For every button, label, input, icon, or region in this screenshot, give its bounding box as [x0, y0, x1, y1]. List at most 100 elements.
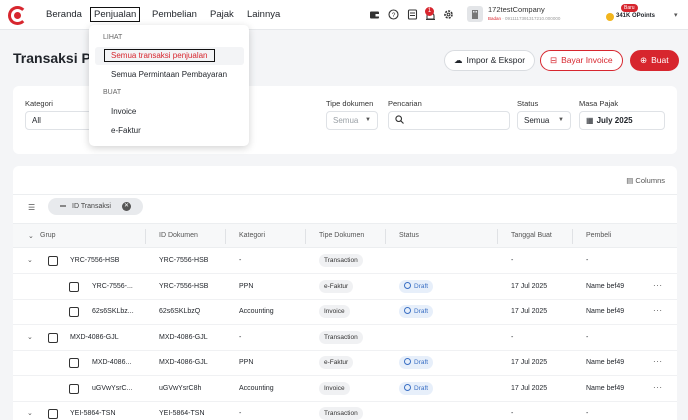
- import-export-button[interactable]: ☁ Impor & Ekspor: [444, 50, 536, 71]
- import-export-label: Impor & Ekspor: [466, 55, 526, 65]
- row-checkbox[interactable]: [69, 358, 79, 368]
- status-label: Status: [517, 99, 539, 108]
- row-checkbox[interactable]: [48, 409, 58, 419]
- cell-id-dokumen[interactable]: YRC-7556-HSB: [159, 283, 208, 290]
- header-tanggal-buat[interactable]: Tanggal Buat: [511, 232, 552, 239]
- row-checkbox[interactable]: [69, 307, 79, 317]
- row-checkbox[interactable]: [48, 256, 58, 266]
- cell-tanggal-buat: 17 Jul 2025: [511, 384, 548, 392]
- group-row[interactable]: ⌄ YEI-5864-TSN YEI-5864-TSN - Transaction - -: [13, 402, 677, 420]
- tax-period-value: July 2025: [596, 116, 633, 125]
- category-value: All: [32, 116, 41, 125]
- cell-id-dokumen[interactable]: 62s6SKLbzQ: [159, 308, 200, 315]
- opoints-balance[interactable]: 341K OPoints: [616, 13, 655, 19]
- cell-pembeli: Name bef49: [586, 384, 625, 392]
- more-actions-icon[interactable]: ···: [653, 357, 663, 366]
- doc-type-pill: e-Faktur: [319, 279, 354, 293]
- row-checkbox[interactable]: [48, 332, 58, 343]
- nav-pembelian[interactable]: Pembelian: [152, 9, 197, 20]
- tax-period-picker[interactable]: ▦ July 2025: [579, 111, 665, 130]
- cell-id-dokumen[interactable]: uGVwYsrC8h: [159, 385, 201, 392]
- doc-type-label: Tipe dokumen: [326, 99, 374, 108]
- company-building-icon[interactable]: [467, 6, 483, 22]
- create-button[interactable]: ⊕ Buat: [630, 50, 679, 71]
- cell-pembeli: Name bef49: [586, 359, 625, 366]
- company-name[interactable]: 172testCompany: [488, 5, 545, 14]
- drag-handle-icon: [60, 205, 66, 208]
- status-value: Semua: [524, 116, 550, 125]
- chevron-down-icon[interactable]: ⌄: [27, 256, 33, 264]
- close-icon[interactable]: ✕: [122, 202, 131, 211]
- doc-type-select[interactable]: Semua ▼: [326, 111, 378, 130]
- nav-beranda[interactable]: Beranda: [46, 9, 82, 20]
- document-icon[interactable]: [407, 9, 418, 20]
- doc-type-pill: Invoice: [319, 381, 350, 395]
- cell-id-dokumen[interactable]: YRC-7556-HSB: [159, 257, 208, 264]
- column-separator[interactable]: [385, 229, 386, 244]
- search-input[interactable]: [388, 111, 510, 130]
- company-type-badge: Badan: [488, 16, 502, 21]
- more-actions-icon[interactable]: ···: [653, 281, 663, 290]
- menu-item-payment-requests[interactable]: Semua Permintaan Pembayaran: [111, 70, 227, 79]
- category-select[interactable]: All: [25, 111, 95, 130]
- column-separator[interactable]: [497, 229, 498, 244]
- cell-kategori: -: [239, 410, 242, 417]
- table-row[interactable]: YRC-7556-... YRC-7556-HSB PPN e-Faktur Draft…: [13, 275, 677, 300]
- expand-all-chevron-icon[interactable]: ⌄: [28, 232, 34, 240]
- cell-id-dokumen[interactable]: MXD-4086-GJL: [159, 334, 208, 341]
- column-separator[interactable]: [225, 229, 226, 244]
- doc-type-pill: Transaction: [319, 254, 363, 267]
- status-select[interactable]: Semua ▼: [517, 111, 571, 130]
- more-actions-icon[interactable]: ···: [653, 306, 663, 315]
- column-separator[interactable]: [572, 229, 573, 244]
- caret-down-icon: ▼: [365, 117, 371, 123]
- cell-tanggal-buat: -: [511, 257, 514, 264]
- cell-id-dokumen[interactable]: MXD-4086-GJL: [159, 359, 208, 366]
- header-tipe-dokumen[interactable]: Tipe Dokumen: [319, 232, 364, 239]
- menu-item-all-sales[interactable]: Semua transaksi penjualan: [104, 49, 215, 62]
- nav-lainnya[interactable]: Lainnya: [247, 9, 280, 20]
- group-row[interactable]: ⌄ YRC-7556-HSB YRC-7556-HSB - Transaction - -: [13, 249, 677, 274]
- create-label: Buat: [651, 55, 669, 65]
- group-row[interactable]: ⌄ MXD-4086-GJL MXD-4086-GJL - Transaction - -: [13, 326, 677, 351]
- nav-penjualan[interactable]: Penjualan: [90, 7, 141, 22]
- column-separator[interactable]: [305, 229, 306, 244]
- pay-invoice-button[interactable]: ⊟ Bayar Invoice: [540, 50, 623, 71]
- cell-id-dokumen[interactable]: YEI-5864-TSN: [159, 410, 205, 417]
- chevron-down-icon[interactable]: ⌄: [27, 333, 33, 341]
- new-badge: Baru: [621, 4, 638, 12]
- help-icon[interactable]: ?: [388, 9, 399, 20]
- cell-pembeli: Name bef49: [586, 308, 625, 315]
- more-actions-icon[interactable]: ···: [653, 383, 663, 392]
- dropdown-section-lihat: LIHAT: [103, 34, 123, 41]
- columns-button[interactable]: ▤ Columns: [626, 176, 665, 185]
- draft-icon: [404, 307, 411, 314]
- coin-icon: [606, 13, 614, 21]
- status-text: Draft: [414, 384, 429, 392]
- status-text: Draft: [414, 308, 429, 315]
- gear-icon[interactable]: [443, 9, 454, 20]
- chevron-down-icon[interactable]: ▾: [674, 11, 678, 19]
- chevron-down-icon[interactable]: ⌄: [27, 409, 33, 417]
- penjualan-dropdown-menu: LIHAT Semua transaksi penjualan Semua Pe…: [89, 25, 249, 146]
- header-grup[interactable]: Grup: [40, 232, 56, 239]
- wallet-icon[interactable]: [369, 9, 380, 20]
- cell-grup: MXD-4086...: [92, 359, 132, 366]
- header-pembeli[interactable]: Pembeli: [586, 232, 611, 239]
- header-id-dokumen[interactable]: ID Dokumen: [159, 232, 198, 239]
- search-label: Pencarian: [388, 99, 422, 108]
- table-row[interactable]: MXD-4086... MXD-4086-GJL PPN e-Faktur Draft 1…: [13, 351, 677, 376]
- list-filter-icon[interactable]: ☰: [28, 203, 35, 212]
- column-separator[interactable]: [145, 229, 146, 244]
- menu-item-efaktur[interactable]: e-Faktur: [111, 126, 141, 135]
- row-checkbox[interactable]: [69, 383, 79, 394]
- nav-pajak[interactable]: Pajak: [210, 9, 234, 20]
- header-kategori[interactable]: Kategori: [239, 232, 265, 239]
- table-row[interactable]: 62s6SKLbz... 62s6SKLbzQ Accounting Invoice D…: [13, 300, 677, 325]
- header-status[interactable]: Status: [399, 232, 419, 239]
- group-by-chip[interactable]: ID Transaksi ✕: [48, 198, 143, 215]
- menu-item-invoice[interactable]: Invoice: [111, 107, 136, 116]
- brand-logo[interactable]: [8, 6, 27, 25]
- row-checkbox[interactable]: [69, 281, 79, 292]
- table-row[interactable]: uGVwYsrC... uGVwYsrC8h Accounting Invoice Dr…: [13, 377, 677, 402]
